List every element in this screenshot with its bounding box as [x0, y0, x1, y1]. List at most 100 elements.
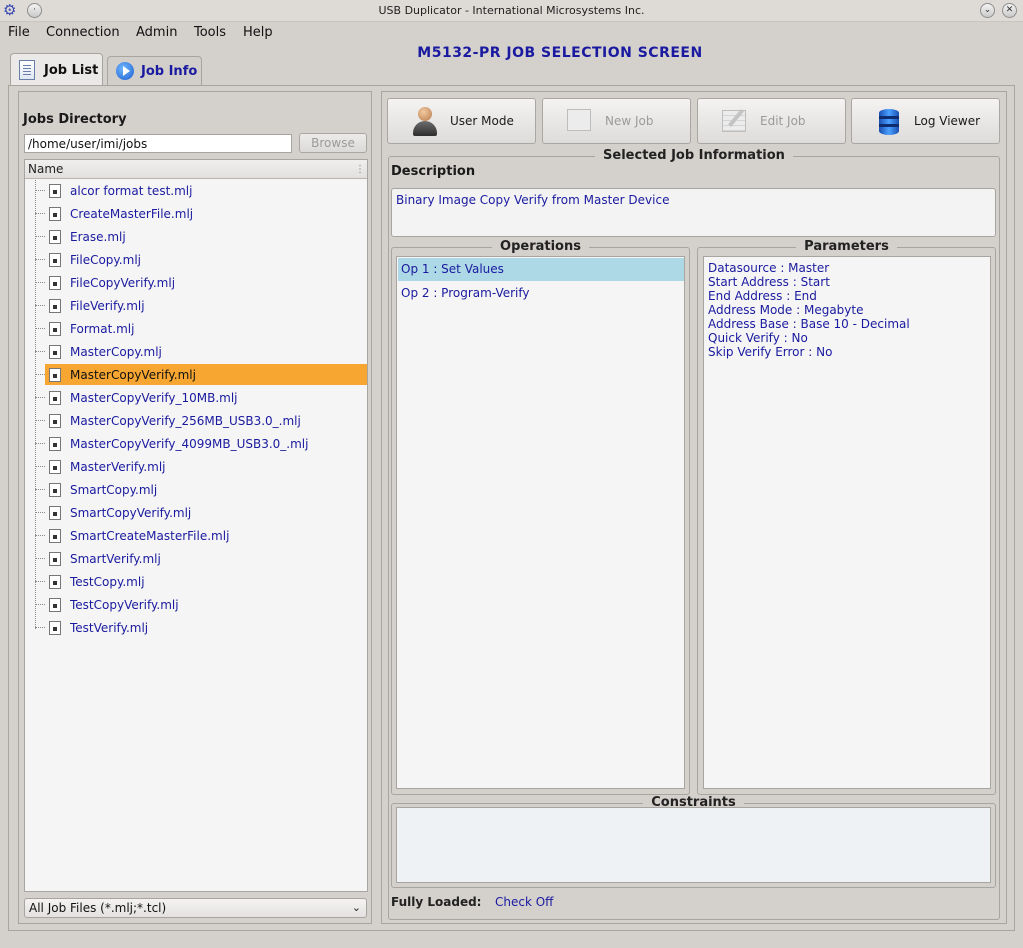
tree-branch: [35, 236, 45, 237]
new-job-button[interactable]: New Job: [542, 98, 691, 144]
minimize-icon[interactable]: ⌄: [980, 3, 995, 18]
tab-job-list[interactable]: Job List: [10, 53, 103, 86]
file-name: MasterCopy.mlj: [70, 344, 162, 359]
file-filter-value: All Job Files (*.mlj;*.tcl): [29, 901, 167, 915]
tree-branch: [35, 512, 45, 513]
file-icon: [49, 413, 61, 428]
parameter-line: End Address : End: [708, 289, 817, 303]
database-icon: [876, 106, 902, 136]
file-icon: [49, 390, 61, 405]
edit-job-label: Edit Job: [760, 114, 806, 128]
parameters-title: Parameters: [796, 239, 897, 254]
jobs-directory-input[interactable]: [24, 134, 292, 153]
menu-admin[interactable]: Admin: [136, 25, 177, 40]
log-viewer-button[interactable]: Log Viewer: [851, 98, 1000, 144]
parameter-line: Start Address : Start: [708, 275, 830, 289]
tree-branch: [35, 558, 45, 559]
file-list-item[interactable]: Erase.mlj: [35, 226, 367, 247]
file-name: FileCopy.mlj: [70, 252, 141, 267]
file-list-item[interactable]: MasterCopyVerify_4099MB_USB3.0_.mlj: [35, 433, 367, 454]
file-list-header[interactable]: Name ⋮: [25, 160, 367, 179]
tab-job-info[interactable]: Job Info: [107, 56, 202, 85]
file-list-item[interactable]: FileCopyVerify.mlj: [35, 272, 367, 293]
file-name: TestCopy.mlj: [70, 574, 145, 589]
edit-icon: [722, 106, 748, 136]
file-list-item[interactable]: MasterVerify.mlj: [35, 456, 367, 477]
window-titlebar: ⚙ · USB Duplicator - International Micro…: [0, 0, 1023, 22]
browse-button[interactable]: Browse: [299, 133, 367, 153]
file-list-item[interactable]: SmartCreateMasterFile.mlj: [35, 525, 367, 546]
file-list-item[interactable]: CreateMasterFile.mlj: [35, 203, 367, 224]
file-icon: [49, 482, 61, 497]
file-icon: [49, 229, 61, 244]
edit-job-button[interactable]: Edit Job: [697, 98, 846, 144]
menu-file[interactable]: File: [8, 25, 30, 40]
window-title: USB Duplicator - International Microsyst…: [378, 4, 645, 17]
file-list-item[interactable]: SmartVerify.mlj: [35, 548, 367, 569]
operations-list[interactable]: Op 1 : Set Values Op 2 : Program-Verify: [396, 256, 685, 789]
user-icon: [412, 106, 438, 136]
description-box: Binary Image Copy Verify from Master Dev…: [391, 188, 996, 237]
file-list-item[interactable]: TestVerify.mlj: [35, 617, 367, 638]
file-list-item[interactable]: MasterCopyVerify_256MB_USB3.0_.mlj: [35, 410, 367, 431]
file-name: MasterCopyVerify_256MB_USB3.0_.mlj: [70, 413, 301, 428]
user-mode-label: User Mode: [450, 114, 514, 128]
fully-loaded-value[interactable]: Check Off: [495, 895, 553, 909]
file-list-item[interactable]: SmartCopy.mlj: [35, 479, 367, 500]
parameter-line: Datasource : Master: [708, 261, 830, 275]
file-name: TestCopyVerify.mlj: [70, 597, 179, 612]
tree-branch: [35, 627, 45, 628]
file-list-item[interactable]: SmartCopyVerify.mlj: [35, 502, 367, 523]
description-text: Binary Image Copy Verify from Master Dev…: [396, 193, 670, 207]
column-grip-icon[interactable]: ⋮: [355, 160, 365, 179]
tree-branch: [35, 443, 45, 444]
file-list-item[interactable]: TestCopyVerify.mlj: [35, 594, 367, 615]
file-list-item[interactable]: TestCopy.mlj: [35, 571, 367, 592]
new-job-label: New Job: [605, 114, 654, 128]
description-label: Description: [391, 164, 476, 179]
file-name: SmartCopyVerify.mlj: [70, 505, 192, 520]
tab-job-list-label: Job List: [44, 62, 99, 78]
tree-branch: [35, 489, 45, 490]
file-name: CreateMasterFile.mlj: [70, 206, 194, 221]
menu-connection[interactable]: Connection: [46, 25, 120, 40]
file-icon: [49, 321, 61, 336]
file-list-item[interactable]: FileCopy.mlj: [35, 249, 367, 270]
close-icon[interactable]: ✕: [1002, 3, 1017, 18]
file-filter-select[interactable]: All Job Files (*.mlj;*.tcl) ⌄: [24, 898, 367, 918]
operation-item[interactable]: Op 1 : Set Values: [398, 258, 684, 281]
tree-line: [35, 180, 36, 629]
tree-branch: [35, 397, 45, 398]
file-list-item[interactable]: alcor format test.mlj: [35, 180, 367, 201]
tree-branch: [35, 282, 45, 283]
file-list-item[interactable]: MasterCopyVerify_10MB.mlj: [35, 387, 367, 408]
operation-item[interactable]: Op 2 : Program-Verify: [398, 282, 684, 305]
file-icon: [49, 620, 61, 635]
chevron-down-icon: ⌄: [351, 901, 361, 914]
file-icon: [49, 551, 61, 566]
job-file-list[interactable]: Name ⋮ alcor format test.mlj CreateMaster…: [24, 159, 368, 892]
file-list-item[interactable]: MasterCopy.mlj: [35, 341, 367, 362]
file-name: Format.mlj: [70, 321, 135, 336]
log-viewer-label: Log Viewer: [914, 114, 981, 128]
file-name: SmartVerify.mlj: [70, 551, 161, 566]
file-list-item[interactable]: Format.mlj: [35, 318, 367, 339]
menu-tools[interactable]: Tools: [194, 25, 226, 40]
file-name: SmartCreateMasterFile.mlj: [70, 528, 230, 543]
file-list-item[interactable]: FileVerify.mlj: [35, 295, 367, 316]
tree-branch: [35, 374, 45, 375]
file-icon: [49, 574, 61, 589]
operations-title: Operations: [492, 239, 589, 254]
constraints-box: [396, 807, 991, 883]
user-mode-button[interactable]: User Mode: [387, 98, 536, 144]
file-icon: [49, 436, 61, 451]
menu-bar: File Connection Admin Tools Help: [0, 22, 1023, 44]
menu-help[interactable]: Help: [243, 25, 273, 40]
tree-branch: [35, 420, 45, 421]
tree-branch: [35, 213, 45, 214]
file-list-item[interactable]: MasterCopyVerify.mlj: [35, 364, 367, 385]
file-icon: [49, 528, 61, 543]
file-icon: [49, 459, 61, 474]
file-name: Erase.mlj: [70, 229, 126, 244]
fully-loaded-label: Fully Loaded:: [391, 895, 482, 909]
